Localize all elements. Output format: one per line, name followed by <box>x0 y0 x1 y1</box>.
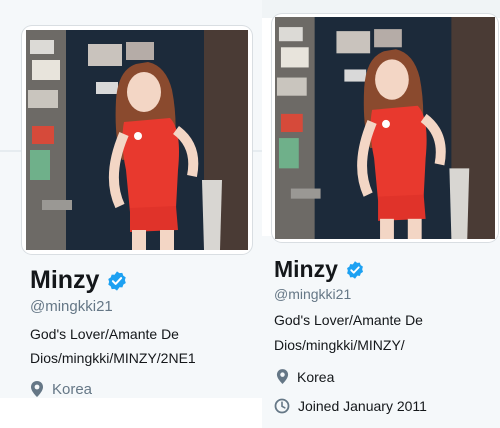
bio-line: Dios/mingkki/MINZY/ <box>274 337 405 353</box>
verified-badge-icon <box>108 270 127 291</box>
joined-text: Joined January 2011 <box>298 398 427 414</box>
profile-name-row: Minzy <box>30 266 128 295</box>
profile-bio: God's Lover/Amante De Dios/mingkki/MINZY… <box>274 308 498 358</box>
profile-name[interactable]: Minzy <box>274 256 338 283</box>
bio-line: God's Lover/Amante De <box>30 326 179 342</box>
verified-badge-icon <box>346 260 363 279</box>
profile-avatar[interactable] <box>272 14 498 242</box>
profile-name[interactable]: Minzy <box>30 266 99 295</box>
location-pin-icon <box>276 369 289 384</box>
bio-line: Dios/mingkki/MINZY/2NE1 <box>30 350 196 366</box>
profile-name-row: Minzy <box>274 256 365 283</box>
profile-handle[interactable]: @mingkki21 <box>274 286 351 302</box>
location-text: Korea <box>52 380 93 398</box>
profile-handle[interactable]: @mingkki21 <box>30 298 113 315</box>
profile-location: Korea <box>276 368 334 385</box>
right-profile-card: Minzy @mingkki21 God's Lover/Amante De D… <box>262 0 500 428</box>
location-text: Korea <box>297 368 335 385</box>
avatar-photo <box>26 30 248 250</box>
profile-avatar[interactable] <box>22 26 252 254</box>
calendar-clock-icon <box>274 398 290 414</box>
profile-joined-date: Joined January 2011 <box>274 398 427 414</box>
avatar-photo <box>275 17 495 239</box>
bio-line: God's Lover/Amante De <box>274 312 423 328</box>
location-pin-icon <box>31 381 43 397</box>
left-profile-card: Minzy @mingkki21 God's Lover/Amante De D… <box>0 0 268 428</box>
profile-location: Korea <box>30 380 92 398</box>
profile-bio: God's Lover/Amante De Dios/mingkki/MINZY… <box>30 322 264 370</box>
comparison-screenshot: Minzy @mingkki21 God's Lover/Amante De D… <box>0 0 500 428</box>
